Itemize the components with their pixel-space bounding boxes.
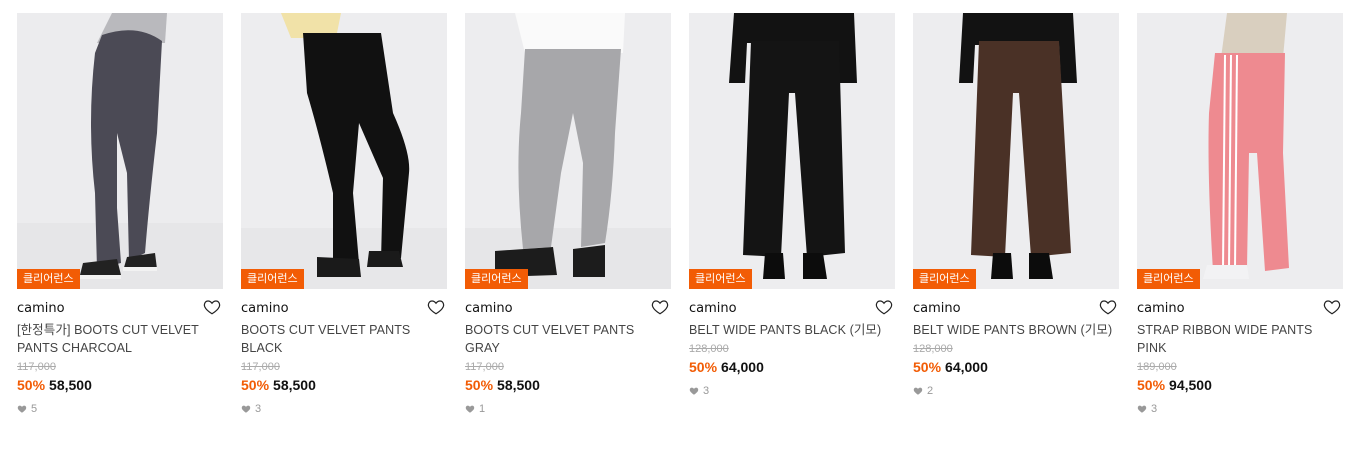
heart-filled-icon — [689, 387, 699, 395]
like-count: 2 — [913, 385, 1119, 397]
discount-rate: 50% — [17, 377, 46, 393]
product-name[interactable]: BELT WIDE PANTS BROWN (기모) — [913, 321, 1119, 339]
heart-filled-icon — [913, 387, 923, 395]
sale-price-row: 50% 64,000 — [689, 359, 895, 375]
brand-name[interactable]: camino — [1137, 301, 1185, 316]
like-count: 3 — [1137, 403, 1343, 415]
product-image[interactable]: 클리어런스 — [17, 13, 223, 289]
like-count-value: 3 — [703, 385, 710, 397]
like-count-value: 3 — [255, 403, 262, 415]
product-image[interactable]: 클리어런스 — [465, 13, 671, 289]
heart-outline-icon[interactable] — [427, 298, 445, 316]
heart-outline-icon[interactable] — [1099, 298, 1117, 316]
sale-price: 58,500 — [273, 377, 316, 393]
product-name[interactable]: BOOTS CUT VELVET PANTS BLACK — [241, 321, 447, 357]
clearance-badge: 클리어런스 — [465, 269, 528, 289]
discount-rate: 50% — [465, 377, 494, 393]
clearance-badge: 클리어런스 — [913, 269, 976, 289]
product-image[interactable]: 클리어런스 — [913, 13, 1119, 289]
product-card[interactable]: 클리어런스 camino STRAP RIBBON WIDE PANTS PIN… — [1137, 13, 1343, 415]
sale-price-row: 50% 64,000 — [913, 359, 1119, 375]
brand-name[interactable]: camino — [17, 301, 65, 316]
discount-rate: 50% — [241, 377, 270, 393]
original-price: 117,000 — [465, 361, 504, 373]
discount-rate: 50% — [913, 359, 942, 375]
product-image[interactable]: 클리어런스 — [1137, 13, 1343, 289]
sale-price: 64,000 — [721, 359, 764, 375]
clearance-badge: 클리어런스 — [1137, 269, 1200, 289]
heart-outline-icon[interactable] — [651, 298, 669, 316]
like-count: 1 — [465, 403, 671, 415]
sale-price: 64,000 — [945, 359, 988, 375]
discount-rate: 50% — [689, 359, 718, 375]
like-count: 3 — [689, 385, 895, 397]
heart-outline-icon[interactable] — [1323, 298, 1341, 316]
product-card[interactable]: 클리어런스 camino BELT WIDE PANTS BROWN (기모) … — [913, 13, 1119, 397]
original-price: 117,000 — [241, 361, 280, 373]
brand-name[interactable]: camino — [465, 301, 513, 316]
sale-price: 94,500 — [1169, 377, 1212, 393]
like-count-value: 1 — [479, 403, 486, 415]
original-price: 128,000 — [689, 343, 729, 355]
product-name[interactable]: BELT WIDE PANTS BLACK (기모) — [689, 321, 895, 339]
sale-price-row: 50% 58,500 — [465, 377, 671, 393]
clearance-badge: 클리어런스 — [17, 269, 80, 289]
sale-price-row: 50% 58,500 — [17, 377, 223, 393]
original-price: 117,000 — [17, 361, 56, 373]
clearance-badge: 클리어런스 — [689, 269, 752, 289]
product-name[interactable]: STRAP RIBBON WIDE PANTS PINK — [1137, 321, 1343, 357]
original-price: 189,000 — [1137, 361, 1177, 373]
like-count-value: 2 — [927, 385, 934, 397]
brand-name[interactable]: camino — [689, 301, 737, 316]
heart-filled-icon — [1137, 405, 1147, 413]
product-image[interactable]: 클리어런스 — [241, 13, 447, 289]
product-name[interactable]: BOOTS CUT VELVET PANTS GRAY — [465, 321, 671, 357]
sale-price-row: 50% 58,500 — [241, 377, 447, 393]
product-card[interactable]: 클리어런스 camino BOOTS CUT VELVET PANTS GRAY… — [465, 13, 671, 415]
like-count-value: 3 — [1151, 403, 1158, 415]
product-card[interactable]: 클리어런스 camino BELT WIDE PANTS BLACK (기모) … — [689, 13, 895, 397]
sale-price: 58,500 — [497, 377, 540, 393]
discount-rate: 50% — [1137, 377, 1166, 393]
heart-filled-icon — [241, 405, 251, 413]
sale-price-row: 50% 94,500 — [1137, 377, 1343, 393]
heart-outline-icon[interactable] — [875, 298, 893, 316]
brand-name[interactable]: camino — [241, 301, 289, 316]
product-image[interactable]: 클리어런스 — [689, 13, 895, 289]
original-price: 128,000 — [913, 343, 953, 355]
product-name[interactable]: [한정특가] BOOTS CUT VELVET PANTS CHARCOAL — [17, 321, 223, 357]
product-card[interactable]: 클리어런스 camino BOOTS CUT VELVET PANTS BLAC… — [241, 13, 447, 415]
heart-outline-icon[interactable] — [203, 298, 221, 316]
clearance-badge: 클리어런스 — [241, 269, 304, 289]
like-count-value: 5 — [31, 403, 38, 415]
like-count: 3 — [241, 403, 447, 415]
heart-filled-icon — [17, 405, 27, 413]
like-count: 5 — [17, 403, 223, 415]
heart-filled-icon — [465, 405, 475, 413]
product-card[interactable]: 클리어런스 camino [한정특가] BOOTS CUT VELVET PAN… — [17, 13, 223, 415]
brand-name[interactable]: camino — [913, 301, 961, 316]
sale-price: 58,500 — [49, 377, 92, 393]
product-grid: 클리어런스 camino [한정특가] BOOTS CUT VELVET PAN… — [0, 0, 1354, 455]
